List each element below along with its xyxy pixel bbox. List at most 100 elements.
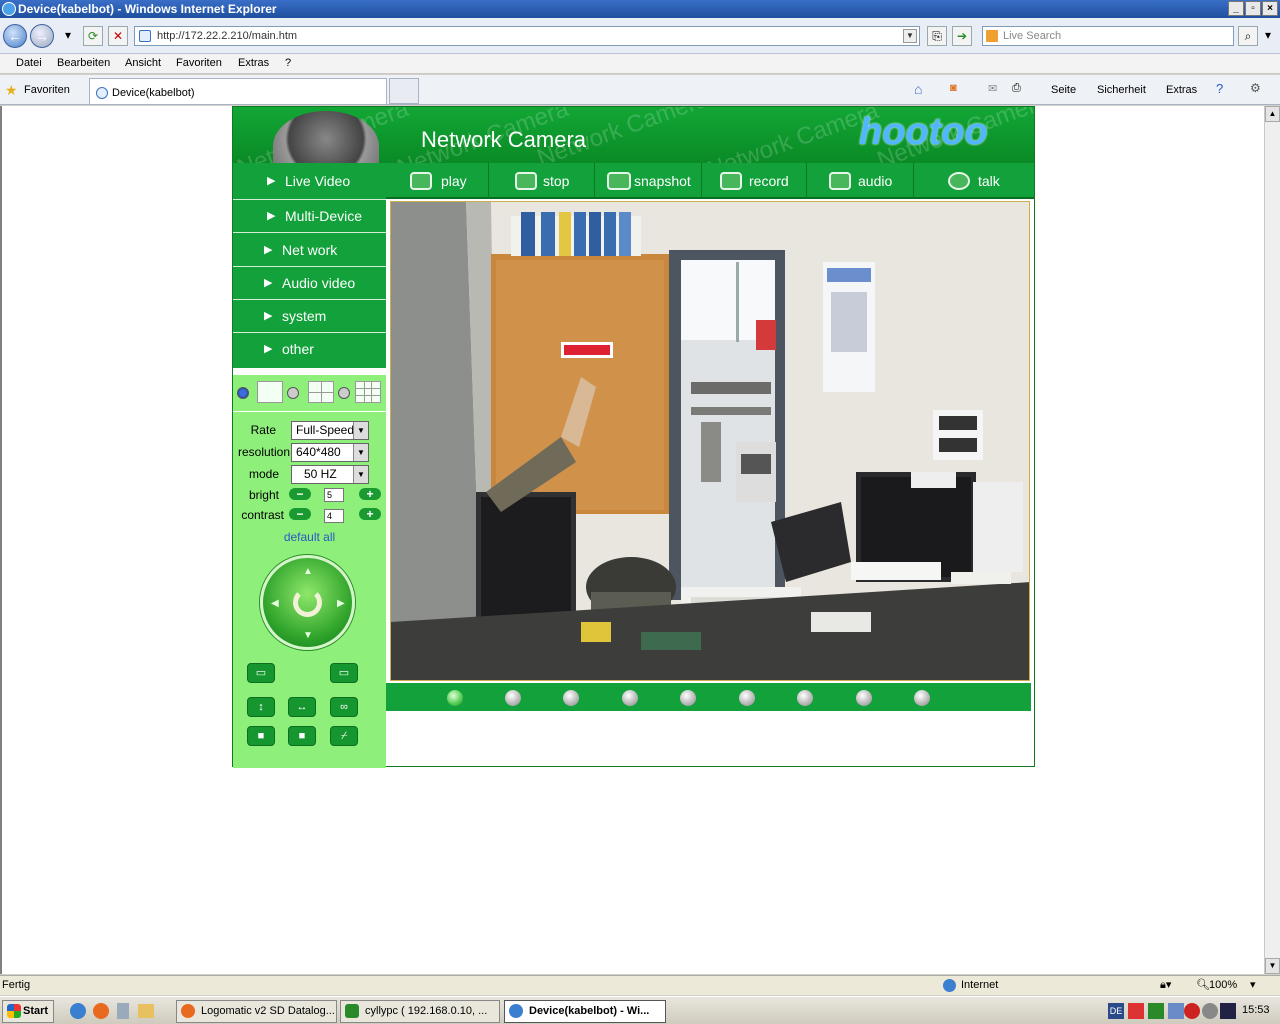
menu-help[interactable]: ?: [285, 57, 291, 69]
channel-7-dot[interactable]: [797, 690, 813, 706]
home-icon[interactable]: ⌂: [914, 81, 922, 97]
tray-icon-3[interactable]: [1168, 1003, 1184, 1019]
firefox-quicklaunch-icon[interactable]: [93, 1003, 109, 1019]
channel-3-dot[interactable]: [563, 690, 579, 706]
close-button[interactable]: ×: [1262, 1, 1278, 16]
sidebar-item-network[interactable]: ▶ Net work: [233, 234, 386, 267]
address-bar[interactable]: http://172.22.2.210/main.htm ▼: [134, 26, 920, 46]
layout-1-radio[interactable]: [237, 387, 249, 399]
start-button[interactable]: Start: [2, 1000, 54, 1023]
pan-right-icon[interactable]: ▶: [337, 598, 345, 609]
io-off-button[interactable]: ■: [288, 726, 316, 746]
language-indicator[interactable]: DE: [1108, 1003, 1124, 1019]
explorer-quicklaunch-icon[interactable]: [138, 1004, 154, 1018]
forward-icon[interactable]: →: [30, 24, 54, 48]
infinite-patrol-button[interactable]: ∞: [330, 697, 358, 717]
channel-1-dot[interactable]: [447, 690, 463, 706]
protected-mode-icon[interactable]: 🔒︎▾: [1160, 976, 1171, 994]
ptz-control[interactable]: ▲ ▼ ◀ ▶: [260, 555, 355, 650]
minimize-button[interactable]: _: [1228, 1, 1244, 16]
sidebar-item-multi-device[interactable]: ▶ Multi-Device: [233, 200, 386, 233]
layout-9-radio[interactable]: [338, 387, 350, 399]
play-button[interactable]: play: [386, 163, 489, 199]
preset-left-button[interactable]: ▭: [247, 663, 275, 683]
talk-button[interactable]: talk: [914, 163, 1034, 199]
bright-value[interactable]: 5: [324, 488, 344, 502]
sidebar-item-system[interactable]: ▶ system: [233, 300, 386, 333]
zoom-dropdown-icon[interactable]: ▾: [1250, 976, 1256, 994]
tray-icon-5[interactable]: [1202, 1003, 1218, 1019]
tray-icon-1[interactable]: [1128, 1003, 1144, 1019]
contrast-plus-button[interactable]: +: [359, 508, 381, 520]
scroll-down-icon[interactable]: ▼: [1265, 958, 1280, 974]
record-button[interactable]: record: [702, 163, 807, 199]
zoom-level[interactable]: 100%: [1209, 976, 1237, 994]
app-quicklaunch-icon[interactable]: [117, 1003, 129, 1019]
channel-9-dot[interactable]: [914, 690, 930, 706]
stop-load-icon[interactable]: ✕: [108, 26, 128, 46]
print-icon[interactable]: ⎙: [1012, 82, 1021, 95]
menu-favoriten[interactable]: Favoriten: [176, 57, 222, 69]
address-dropdown-icon[interactable]: ▼: [903, 29, 917, 43]
go-icon[interactable]: ➔: [952, 26, 972, 46]
search-input[interactable]: Live Search: [982, 26, 1234, 46]
maximize-button[interactable]: ▫: [1245, 1, 1261, 16]
io-on-button[interactable]: ■: [247, 726, 275, 746]
audio-button[interactable]: audio: [807, 163, 914, 199]
mode-select[interactable]: 50 HZ ▼: [291, 465, 369, 484]
channel-4-dot[interactable]: [622, 690, 638, 706]
back-icon[interactable]: ←: [3, 24, 27, 48]
default-all-link[interactable]: default all: [233, 530, 386, 544]
scroll-up-icon[interactable]: ▲: [1265, 106, 1280, 122]
preset-right-button[interactable]: ▭: [330, 663, 358, 683]
center-icon[interactable]: [293, 588, 322, 617]
tab-device[interactable]: Device(kabelbot): [89, 78, 387, 104]
contrast-minus-button[interactable]: −: [289, 508, 311, 520]
channel-8-dot[interactable]: [856, 690, 872, 706]
task-logomatic[interactable]: Logomatic v2 SD Datalog...: [176, 1000, 337, 1023]
new-tab-button[interactable]: [389, 78, 419, 104]
research-icon[interactable]: ⚙: [1250, 81, 1261, 95]
layout-4-radio[interactable]: [287, 387, 299, 399]
tray-icon-2[interactable]: [1148, 1003, 1164, 1019]
pan-left-icon[interactable]: ◀: [271, 598, 279, 609]
menu-extras[interactable]: Extras: [238, 57, 269, 69]
channel-5-dot[interactable]: [680, 690, 696, 706]
channel-6-dot[interactable]: [739, 690, 755, 706]
tray-icon-4[interactable]: [1184, 1003, 1200, 1019]
search-options-icon[interactable]: ▾: [1258, 26, 1278, 46]
resolution-select[interactable]: 640*480 ▼: [291, 443, 369, 462]
feeds-icon[interactable]: ◙: [950, 82, 957, 94]
rate-select[interactable]: Full-Speed ▼: [291, 421, 369, 440]
tray-icon-6[interactable]: [1220, 1003, 1236, 1019]
horizontal-patrol-button[interactable]: ↔: [288, 697, 316, 717]
menu-bearbeiten[interactable]: Bearbeiten: [57, 57, 110, 69]
task-device[interactable]: Device(kabelbot) - Wi...: [504, 1000, 666, 1023]
contrast-value[interactable]: 4: [324, 509, 344, 523]
sidebar-item-audio-video[interactable]: ▶ Audio video: [233, 267, 386, 300]
ie-quicklaunch-icon[interactable]: [70, 1003, 86, 1019]
menu-extras-cmd[interactable]: Extras: [1166, 84, 1197, 96]
vertical-patrol-button[interactable]: ↕: [247, 697, 275, 717]
menu-datei[interactable]: Datei: [16, 57, 42, 69]
pan-down-icon[interactable]: ▼: [303, 630, 313, 641]
menu-seite[interactable]: Seite: [1051, 84, 1076, 96]
compat-view-icon[interactable]: ⎘: [927, 26, 947, 46]
channel-2-dot[interactable]: [505, 690, 521, 706]
favorites-button[interactable]: Favoriten: [24, 84, 70, 96]
history-dropdown-icon[interactable]: ▾: [58, 26, 78, 46]
menu-sicherheit[interactable]: Sicherheit: [1097, 84, 1146, 96]
refresh-icon[interactable]: ⟳: [83, 26, 103, 46]
flip-button[interactable]: ⌿: [330, 726, 358, 746]
bright-minus-button[interactable]: −: [289, 488, 311, 500]
vertical-scrollbar[interactable]: ▲ ▼: [1264, 106, 1280, 974]
snapshot-button[interactable]: snapshot: [595, 163, 702, 199]
sidebar-item-live-video[interactable]: ▶ Live Video: [233, 165, 386, 200]
stop-button[interactable]: stop: [489, 163, 595, 199]
mail-icon[interactable]: ✉: [988, 82, 997, 95]
sidebar-item-other[interactable]: ▶ other: [233, 333, 386, 366]
help-icon[interactable]: ?: [1216, 81, 1223, 96]
task-cyllypc[interactable]: cyllypc ( 192.168.0.10, ...: [340, 1000, 500, 1023]
bright-plus-button[interactable]: +: [359, 488, 381, 500]
pan-up-icon[interactable]: ▲: [303, 566, 313, 577]
